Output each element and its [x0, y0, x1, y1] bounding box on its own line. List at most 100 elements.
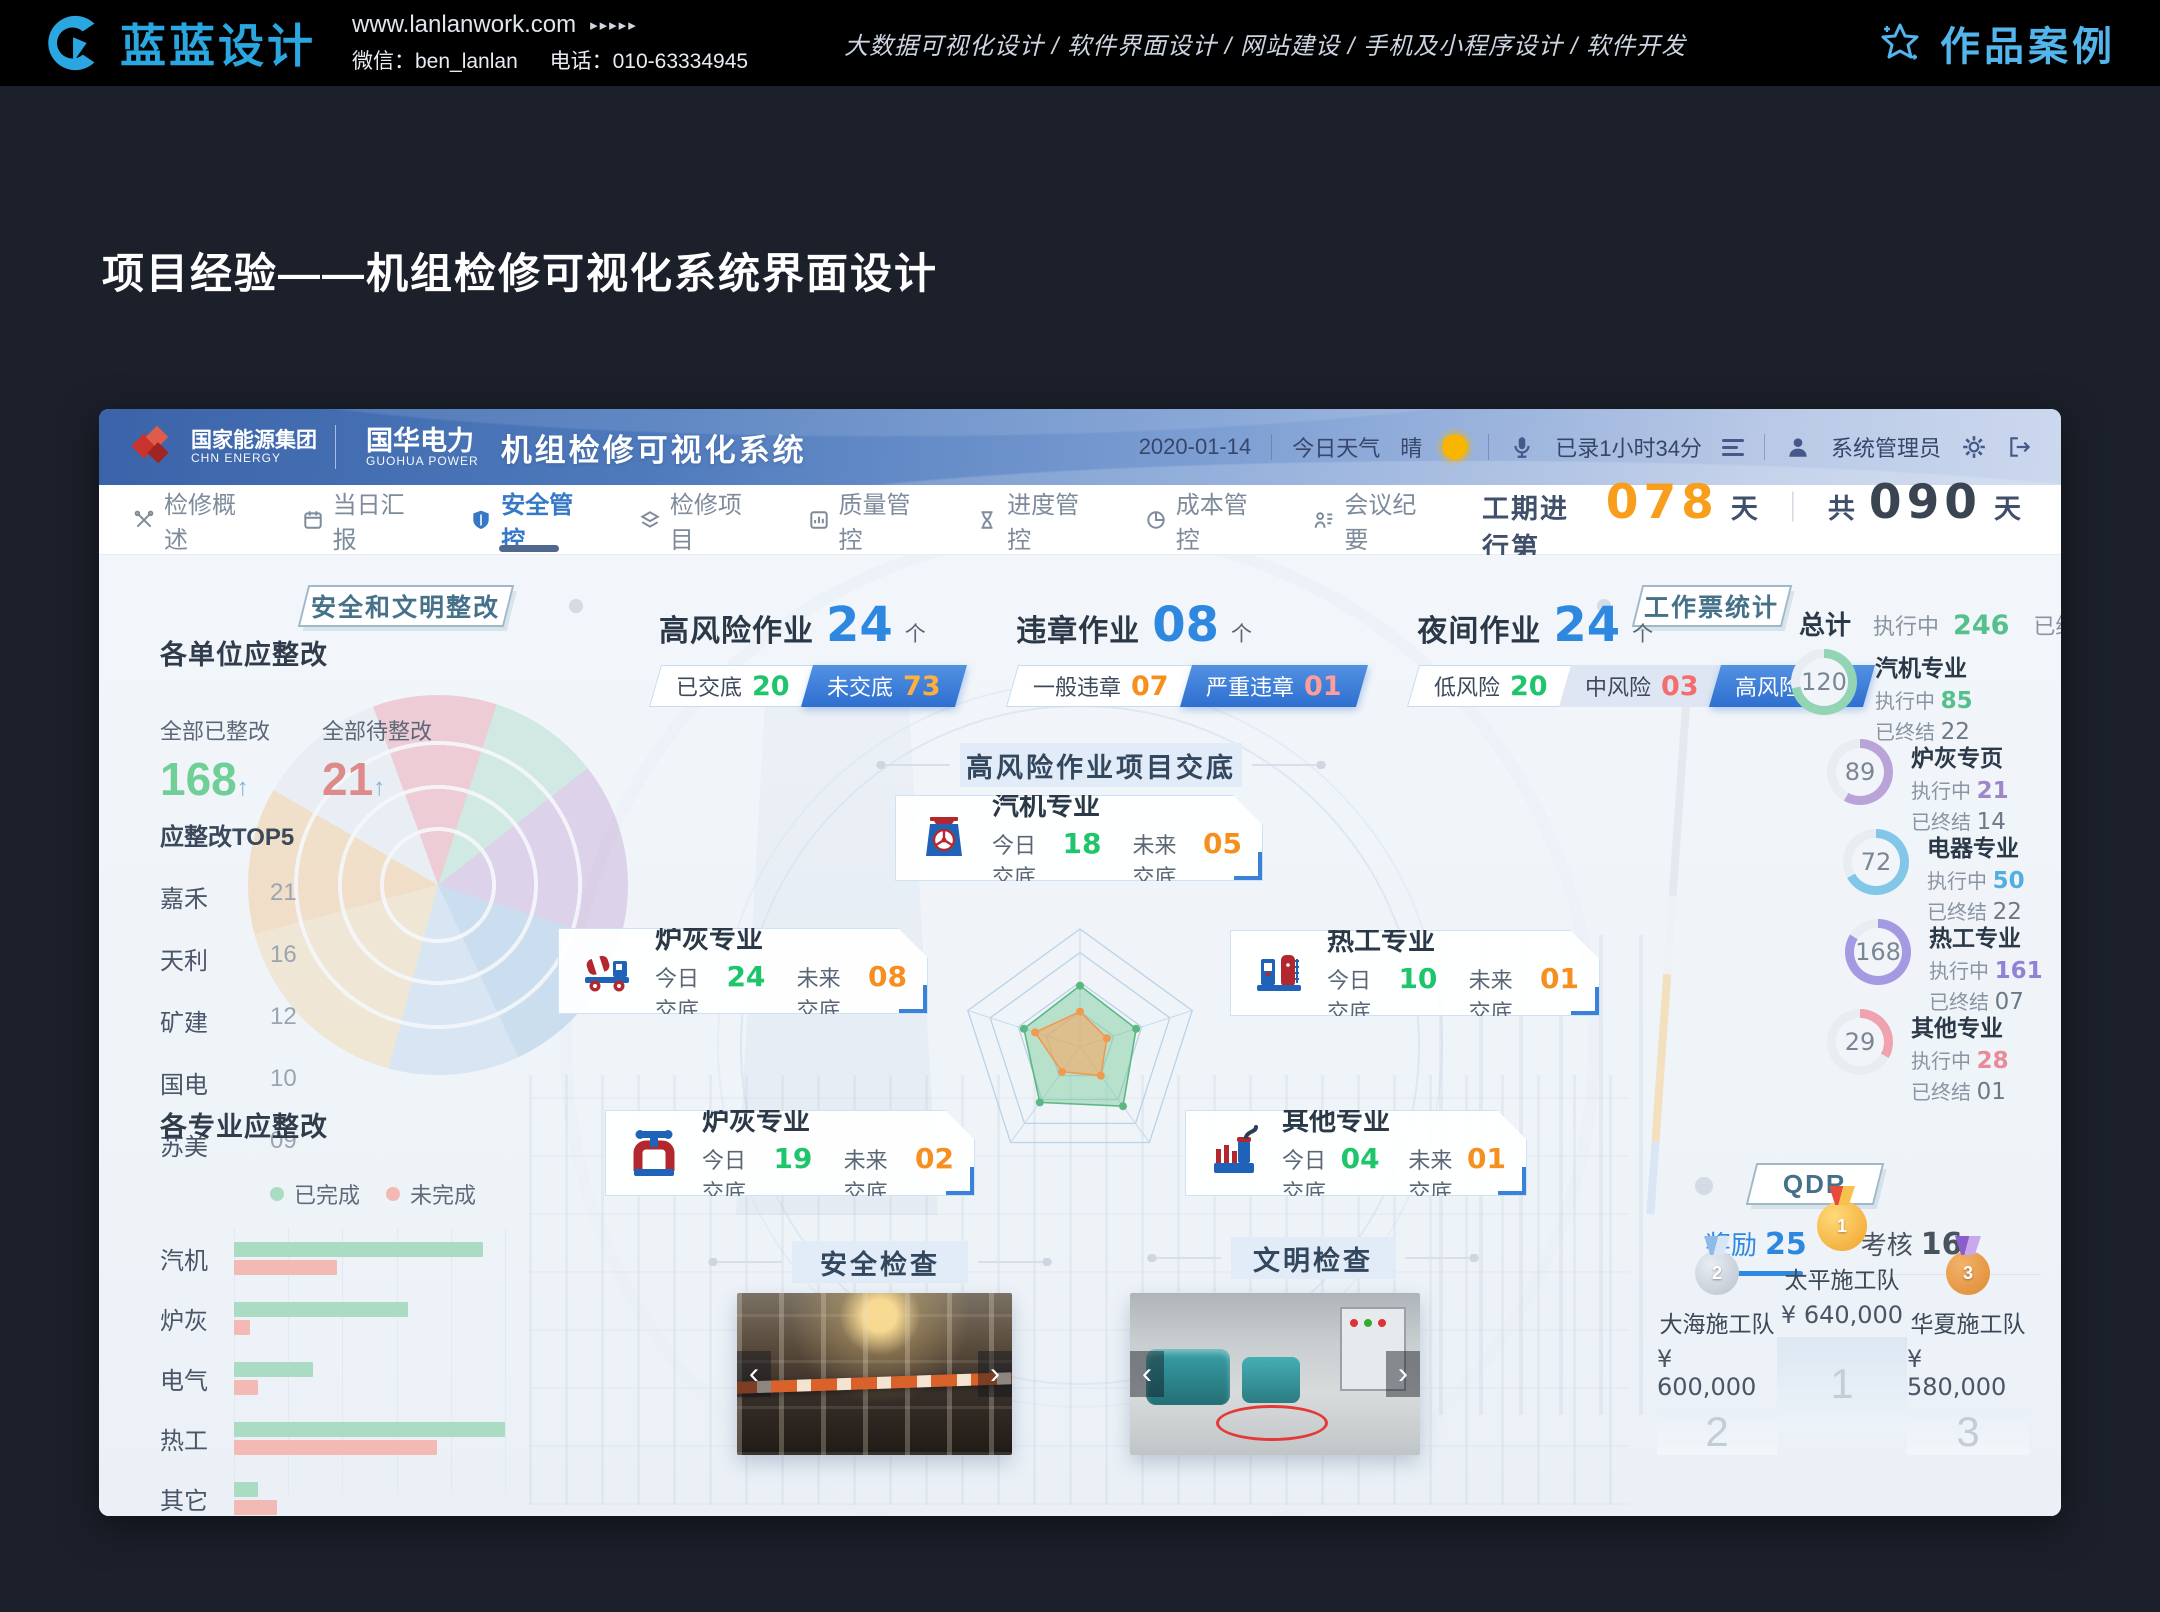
ticket-total-line: 总计 执行中 246 已终结 281: [1799, 605, 2061, 642]
running-line: 执行中 161: [1929, 955, 2043, 984]
divider: [1271, 434, 1272, 460]
safety-civility-badge: 安全和文明整改: [298, 585, 514, 627]
chip-label: 未交底: [827, 670, 893, 702]
donut-text: 炉灰专页执行中 21已终结 14: [1911, 739, 2009, 819]
tab-检修概述[interactable]: 检修概述: [133, 485, 250, 554]
tab-检修项目[interactable]: 检修项目: [639, 485, 756, 554]
chart-icon: [808, 509, 830, 531]
donut-chart: 168: [1845, 919, 1911, 985]
donut-value: 168: [1854, 928, 1902, 976]
valve-icon: [626, 1125, 682, 1181]
site-url[interactable]: www.lanlanwork.com: [352, 11, 576, 39]
progress-total-prefix: 共: [1828, 487, 1857, 526]
bar-undone: [234, 1440, 437, 1455]
chn-energy-logo-icon: [127, 421, 179, 473]
stat-group-value: 24: [826, 597, 893, 653]
site-logo[interactable]: 蓝蓝设计: [44, 10, 316, 76]
progress-prefix: 工期进行第: [1482, 487, 1594, 565]
mixer-truck-icon: [579, 943, 635, 999]
legend-label: 已完成: [294, 1178, 360, 1210]
portfolio-link[interactable]: 作品案例: [1876, 14, 2116, 72]
stat-group-title-row: 违章作业08个: [1016, 597, 1361, 653]
running-value: 161: [1995, 958, 2043, 984]
chip-一般违章: 一般违章07: [1006, 665, 1196, 707]
up-arrow-icon: ↑: [373, 774, 385, 801]
chip-value: 03: [1661, 671, 1699, 702]
gold-medal-icon: 1: [1817, 1201, 1867, 1251]
top5-unit-value: 10: [270, 1065, 297, 1100]
tab-成本管控[interactable]: 成本管控: [1145, 485, 1262, 554]
carousel-next-button[interactable]: ›: [978, 1351, 1012, 1397]
stat-group-title-row: 高风险作业24个: [659, 597, 960, 653]
donut-chart: 72: [1843, 829, 1909, 895]
running-line: 执行中 21: [1911, 775, 2009, 804]
top5-unit-value: 16: [270, 941, 297, 976]
tab-label: 成本管控: [1176, 485, 1262, 555]
civility-check-photo[interactable]: ‹ ›: [1130, 1293, 1420, 1455]
pump-machine: [1242, 1357, 1300, 1403]
username: 系统管理员: [1831, 431, 1941, 463]
site-contact: www.lanlanwork.com ▸▸▸▸▸ 微信：ben_lanlan 电…: [352, 11, 774, 75]
progress-current-days: 078: [1606, 475, 1719, 530]
turbine-icon: [916, 810, 972, 866]
running-line: 执行中 85: [1875, 685, 1973, 714]
chip-未交底: 未交底73: [801, 665, 967, 707]
tab-进度管控[interactable]: 进度管控: [976, 485, 1093, 554]
carousel-prev-button[interactable]: ‹: [737, 1351, 771, 1397]
future-briefing-value: 05: [1203, 827, 1242, 860]
layers-icon: [639, 509, 661, 531]
logout-icon[interactable]: [2007, 434, 2033, 460]
finished-value: 01: [1977, 1079, 2006, 1105]
progress-total-days: 090: [1869, 475, 1982, 530]
podium-华夏施工队: 3华夏施工队¥ 580,0003: [1907, 1233, 2029, 1455]
future-briefing-value: 08: [868, 960, 907, 993]
podium-block: 1: [1777, 1337, 1907, 1431]
company1-name: 国家能源集团: [191, 430, 317, 452]
spec-card-热工专业: 热工专业今日交底10未来交底01: [1230, 930, 1600, 1016]
tab-会议纪要[interactable]: 会议纪要: [1313, 485, 1430, 554]
record-list-icon[interactable]: [1722, 435, 1744, 460]
carousel-next-button[interactable]: ›: [1386, 1351, 1420, 1397]
specialty-name: 电器专业: [1927, 829, 2025, 863]
donut-value: 72: [1852, 838, 1900, 886]
tab-当日汇报[interactable]: 当日汇报: [302, 485, 419, 554]
safety-check-banner: 安全检查: [792, 1241, 968, 1283]
specialty-name: 炉灰专页: [1911, 739, 2009, 773]
stat-group-name: 夜间作业: [1417, 606, 1541, 650]
ticket-donut-汽机专业: 120汽机专业执行中 85已终结 22: [1791, 649, 2043, 729]
bar-category-label: 其它: [160, 1481, 234, 1516]
high-risk-briefing-banner: 高风险作业项目交底: [960, 743, 1242, 787]
bar-pair: [234, 1479, 570, 1517]
site-header: 蓝蓝设计 www.lanlanwork.com ▸▸▸▸▸ 微信：ben_lan…: [0, 0, 2160, 86]
progress-unit: 天: [1731, 487, 1758, 526]
bronze-medal-icon: 3: [1946, 1251, 1990, 1295]
chip-label: 低风险: [1434, 670, 1500, 702]
running-value: 50: [1993, 868, 2025, 894]
divider: ｜: [1778, 483, 1808, 527]
settings-gear-icon[interactable]: [1961, 434, 1987, 460]
specialty-name: 其他专业: [1911, 1009, 2009, 1043]
donut-value: 120: [1800, 658, 1848, 706]
donut-text: 热工专业执行中 161已终结 07: [1929, 919, 2043, 999]
bar-done: [234, 1482, 258, 1497]
running-label: 执行中: [1929, 961, 1995, 983]
tab-安全管控[interactable]: 安全管控: [470, 485, 587, 554]
running-label: 执行中: [1911, 781, 1977, 803]
top5-unit-name: 嘉禾: [160, 879, 270, 914]
bar-row: 汽机: [160, 1228, 570, 1288]
user-icon: [1785, 434, 1811, 460]
weather-value: 晴: [1400, 431, 1422, 463]
tab-质量管控[interactable]: 质量管控: [808, 485, 925, 554]
bar-row: 电气: [160, 1348, 570, 1408]
dashboard-body: 安全和文明整改 工作票统计 QDR 各单位应整改 全部已整改 168↑ 全部待整…: [99, 555, 2061, 1516]
top5-unit-name: 国电: [160, 1065, 270, 1100]
ticket-donut-其他专业: 29其他专业执行中 28已终结 01: [1827, 1009, 2043, 1089]
current-date: 2020-01-14: [1139, 434, 1252, 460]
chip-label: 已交底: [676, 670, 742, 702]
carousel-prev-button[interactable]: ‹: [1130, 1351, 1164, 1397]
spec-card-text: 热工专业今日交底10未来交底01: [1327, 919, 1579, 1027]
bar-undone: [234, 1380, 258, 1395]
top5-unit-value: 12: [270, 1003, 297, 1038]
chip-value: 07: [1131, 671, 1169, 702]
safety-check-photo[interactable]: ‹ ›: [737, 1293, 1012, 1455]
